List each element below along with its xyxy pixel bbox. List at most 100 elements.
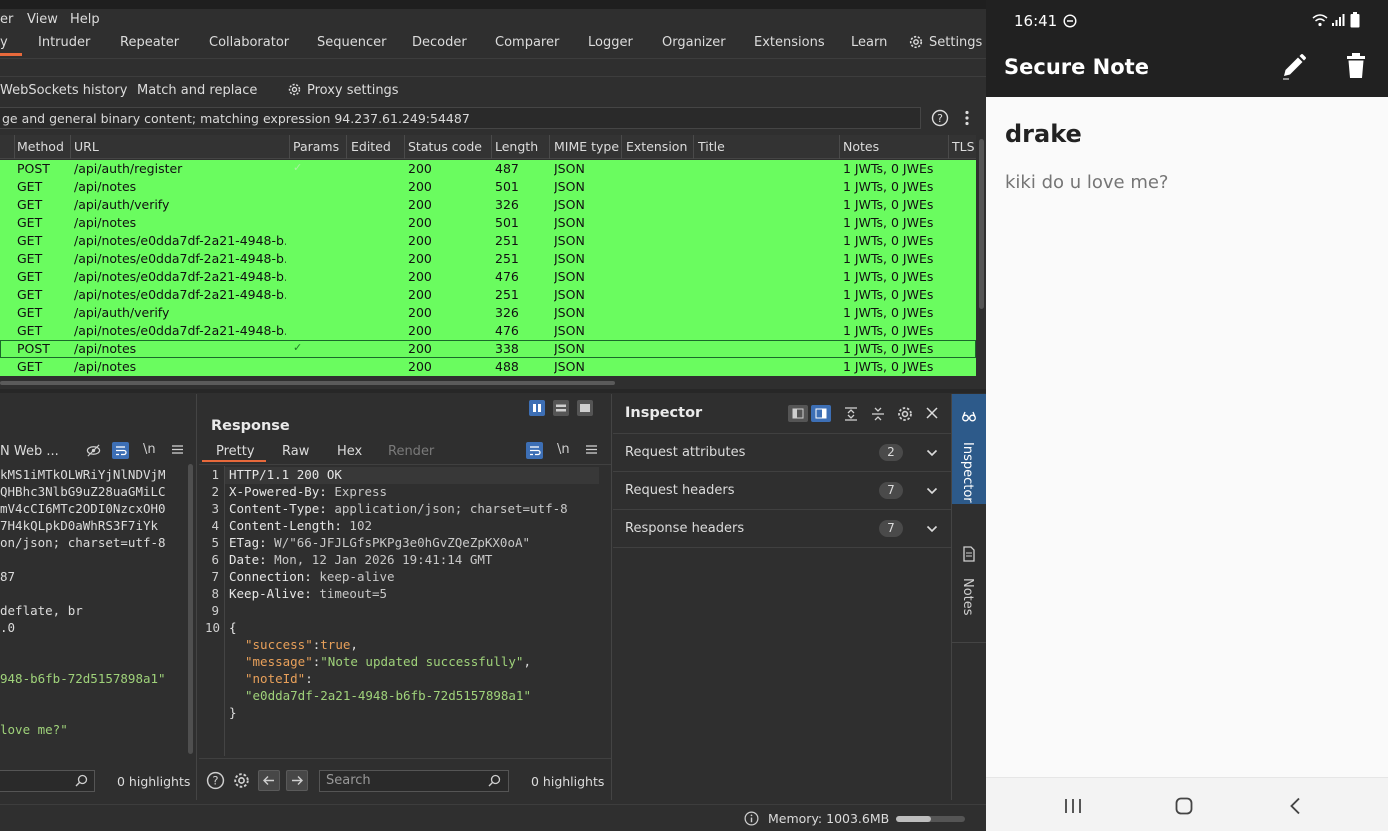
table-row[interactable]: GET/api/notes/e0dda7df-2a21-4948-b... 200…	[0, 232, 976, 250]
inspector-layout-left-icon[interactable]	[788, 405, 808, 422]
request-search-icon[interactable]	[75, 774, 88, 791]
table-row[interactable]: GET/api/auth/verify 200 326 JSON 1 JWTs, 0 J…	[0, 196, 976, 214]
tab-decoder[interactable]: Decoder	[412, 35, 467, 50]
header-name: Content-Type:	[229, 501, 327, 516]
tab-organizer[interactable]: Organizer	[662, 35, 726, 50]
menu-item-er[interactable]: er	[0, 12, 13, 27]
subtab-match-and-replace[interactable]: Match and replace	[137, 83, 257, 98]
cell-method: GET	[17, 359, 43, 374]
response-newline-icon[interactable]: \n	[557, 442, 570, 457]
tab-sequencer[interactable]: Sequencer	[317, 35, 386, 50]
layout-side-by-side-icon[interactable]	[529, 400, 545, 416]
tab-logger[interactable]: Logger	[588, 35, 633, 50]
table-row[interactable]: GET/api/notes 200 501 JSON 1 JWTs, 0 JWEs	[0, 178, 976, 196]
response-tab-pretty[interactable]: Pretty	[216, 444, 255, 459]
col-notes[interactable]: Notes	[843, 139, 879, 154]
side-tab-notes[interactable]: Notes	[952, 532, 986, 642]
subtab-websockets-history[interactable]: WebSockets history	[0, 83, 127, 98]
next-match-icon[interactable]	[286, 770, 308, 791]
col-mime-type[interactable]: MIME type	[554, 139, 619, 154]
side-tab-inspector[interactable]: Inspector	[952, 394, 986, 504]
response-wrap-lines-icon[interactable]	[526, 442, 543, 459]
request-editor-tab[interactable]: N Web ...	[0, 444, 59, 459]
col-length[interactable]: Length	[495, 139, 538, 154]
inspector-close-icon[interactable]	[925, 406, 939, 424]
menu-icon[interactable]	[171, 443, 184, 460]
tab-proxy[interactable]: y	[0, 35, 8, 50]
inspector-section[interactable]: Request headers 7	[613, 472, 951, 510]
inspector-section[interactable]: Request attributes 2	[613, 434, 951, 472]
cell-method: GET	[17, 269, 43, 284]
chevron-down-icon[interactable]	[926, 523, 938, 538]
col-edited[interactable]: Edited	[351, 139, 391, 154]
proxy-settings-gear-icon[interactable]	[287, 82, 302, 101]
wrap-lines-icon[interactable]	[112, 442, 129, 459]
table-row[interactable]: GET/api/notes 200 488 JSON 1 JWTs, 0 JWEs	[0, 358, 976, 376]
cell-notes: 1 JWTs, 0 JWEs	[843, 215, 934, 230]
layout-tabs-icon[interactable]	[577, 400, 593, 416]
help-icon[interactable]: ?	[931, 109, 949, 131]
col-title[interactable]: Title	[698, 139, 725, 154]
tab-comparer[interactable]: Comparer	[495, 35, 559, 50]
cell-url: /api/notes	[74, 359, 137, 374]
tab-extensions[interactable]: Extensions	[754, 35, 825, 50]
hide-icon[interactable]	[86, 443, 101, 462]
recent-apps-icon[interactable]	[1064, 798, 1082, 818]
table-vertical-scrollbar[interactable]	[977, 135, 986, 378]
more-options-icon[interactable]	[962, 109, 972, 131]
tab-settings[interactable]: Settings	[929, 35, 982, 50]
table-row[interactable]: GET/api/notes 200 501 JSON 1 JWTs, 0 JWEs	[0, 214, 976, 232]
response-search-icon[interactable]	[488, 774, 501, 791]
collapse-all-icon[interactable]	[870, 406, 886, 426]
response-help-icon[interactable]: ?	[206, 771, 225, 794]
table-horizontal-scrollbar[interactable]	[0, 379, 976, 387]
chevron-down-icon[interactable]	[926, 447, 938, 462]
col-method[interactable]: Method	[17, 139, 64, 154]
delete-trash-icon[interactable]	[1344, 52, 1368, 84]
response-menu-icon[interactable]	[585, 443, 598, 460]
tab-collaborator[interactable]: Collaborator	[209, 35, 289, 50]
table-row[interactable]: GET/api/notes/e0dda7df-2a21-4948-b... 200…	[0, 250, 976, 268]
col-status-code[interactable]: Status code	[408, 139, 482, 154]
inspector-section[interactable]: Response headers 7	[613, 510, 951, 548]
col-tls[interactable]: TLS	[952, 139, 975, 154]
newline-toggle-icon[interactable]: \n	[143, 442, 156, 457]
layout-stacked-icon[interactable]	[553, 400, 569, 416]
cell-length: 488	[495, 359, 519, 374]
col-url[interactable]: URL	[74, 139, 99, 154]
tab-learn[interactable]: Learn	[851, 35, 887, 50]
info-icon[interactable]	[744, 811, 759, 830]
json-sep: :	[305, 671, 313, 686]
settings-gear-icon[interactable]	[908, 34, 924, 54]
menu-item-view[interactable]: View	[27, 12, 58, 27]
expand-all-icon[interactable]	[843, 406, 859, 426]
edit-pencil-icon[interactable]	[1278, 52, 1308, 86]
inspector-title: Inspector	[625, 405, 703, 421]
response-tab-hex[interactable]: Hex	[337, 444, 362, 459]
col-params[interactable]: Params	[293, 139, 339, 154]
table-row[interactable]: GET/api/notes/e0dda7df-2a21-4948-b... 200…	[0, 322, 976, 340]
chevron-down-icon[interactable]	[926, 485, 938, 500]
menu-item-help[interactable]: Help	[70, 12, 100, 27]
table-row[interactable]: GET/api/notes/e0dda7df-2a21-4948-b... 200…	[0, 268, 976, 286]
cell-status: 200	[408, 161, 432, 176]
response-search-input[interactable]: Search	[319, 770, 509, 792]
table-row[interactable]: POST/api/auth/register ✓ 200 487 JSON 1 JWTs,…	[0, 160, 976, 178]
response-settings-icon[interactable]	[232, 771, 251, 794]
inspector-layout-right-icon[interactable]	[811, 405, 831, 422]
tab-repeater[interactable]: Repeater	[120, 35, 179, 50]
pane-divider[interactable]	[0, 389, 986, 393]
previous-match-icon[interactable]	[258, 770, 280, 791]
table-row[interactable]: GET/api/notes/e0dda7df-2a21-4948-b... 200…	[0, 286, 976, 304]
table-row[interactable]: GET/api/auth/verify 200 326 JSON 1 JWTs, 0 J…	[0, 304, 976, 322]
response-tab-raw[interactable]: Raw	[282, 444, 309, 459]
table-row[interactable]: POST/api/notes ✓ 200 338 JSON 1 JWTs, 0 JWEs	[0, 340, 976, 358]
filter-settings-field[interactable]: ge and general binary content; matching …	[0, 107, 921, 129]
col-extension[interactable]: Extension	[626, 139, 687, 154]
request-scrollbar[interactable]	[188, 464, 193, 754]
inspector-settings-icon[interactable]	[896, 405, 914, 427]
subtab-proxy-settings[interactable]: Proxy settings	[307, 83, 399, 98]
tab-intruder[interactable]: Intruder	[38, 35, 90, 50]
home-icon[interactable]	[1175, 797, 1193, 819]
back-icon[interactable]	[1289, 797, 1301, 819]
